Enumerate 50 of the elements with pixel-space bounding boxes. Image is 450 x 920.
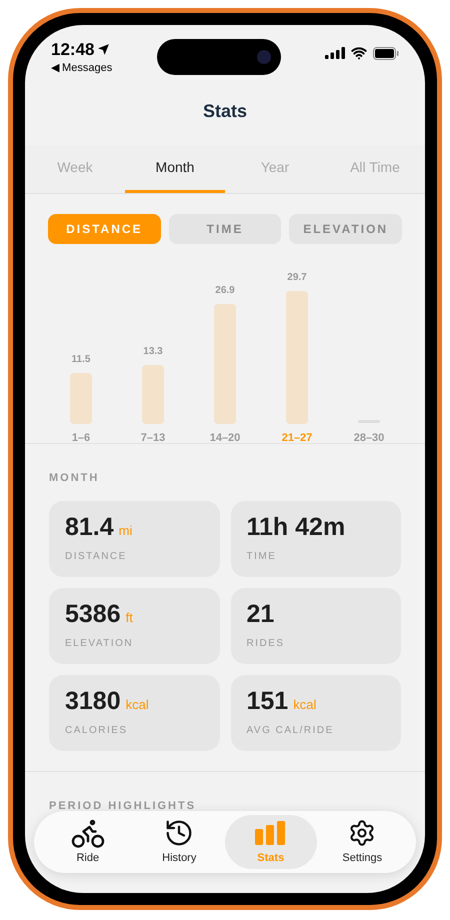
- stat-label: CALORIES: [65, 724, 128, 738]
- history-icon: [164, 818, 194, 848]
- stat-unit: kcal: [293, 696, 316, 714]
- stat-value: 11h 42m: [246, 514, 346, 540]
- settings-icon: [348, 818, 376, 847]
- battery-icon: [372, 46, 399, 60]
- bar-value: 26.9: [215, 284, 235, 298]
- bar-category: 7–13: [140, 431, 166, 446]
- stat-label: ELEVATION: [65, 637, 134, 651]
- metric-toggle[interactable]: ELEVATION: [289, 214, 402, 244]
- stat-label: TIME: [246, 550, 276, 564]
- period-tab[interactable]: Month: [125, 145, 225, 193]
- page-title: Stats: [202, 100, 247, 123]
- tab-bar-item[interactable]: History: [134, 815, 225, 869]
- bar-chart-icon: [254, 820, 287, 845]
- tab-bar-item[interactable]: Settings: [316, 815, 408, 869]
- chart-bar: [142, 364, 164, 424]
- stat-value: 151: [246, 688, 288, 714]
- signal-icon: [324, 47, 345, 59]
- stat-label: RIDES: [246, 636, 285, 650]
- location-arrow-icon: [97, 43, 110, 56]
- clock-time: 12:48: [51, 39, 94, 61]
- period-tab[interactable]: All Time: [325, 145, 425, 193]
- stat-value: 21: [246, 602, 274, 626]
- section-heading: PERIOD HIGHLIGHTS: [49, 798, 196, 814]
- stat-label: AVG CAL/RIDE: [246, 724, 334, 738]
- stat-value: 81.4: [65, 514, 114, 540]
- bar-category: 14–20: [210, 431, 240, 446]
- back-link[interactable]: ◀ Messages: [51, 62, 112, 74]
- tab-bar-item[interactable]: Stats: [225, 815, 316, 869]
- wifi-icon: [350, 45, 367, 61]
- tab-bar-item[interactable]: Ride: [42, 815, 134, 869]
- bar-value: 11.5: [72, 352, 90, 367]
- metric-toggle[interactable]: DISTANCE: [48, 214, 161, 244]
- stat-unit: mi: [118, 522, 132, 540]
- bar-value: 29.7: [287, 271, 307, 286]
- section-heading: MONTH: [49, 471, 100, 486]
- stat-unit: kcal: [126, 696, 149, 714]
- period-tab[interactable]: Year: [225, 145, 325, 193]
- bar-value: 13.3: [143, 344, 163, 359]
- bar-category: 28–30: [354, 431, 384, 446]
- period-tab[interactable]: Week: [25, 145, 125, 193]
- metric-toggle[interactable]: TIME: [168, 214, 282, 244]
- bar-category: 21–27: [282, 431, 312, 446]
- stat-value: 3180: [65, 688, 121, 714]
- bar-category: 1–6: [72, 431, 90, 446]
- stat-unit: ft: [126, 608, 133, 626]
- chart-bar: [70, 372, 92, 424]
- stat-value: 5386: [65, 602, 121, 626]
- stat-label: DISTANCE: [65, 550, 127, 564]
